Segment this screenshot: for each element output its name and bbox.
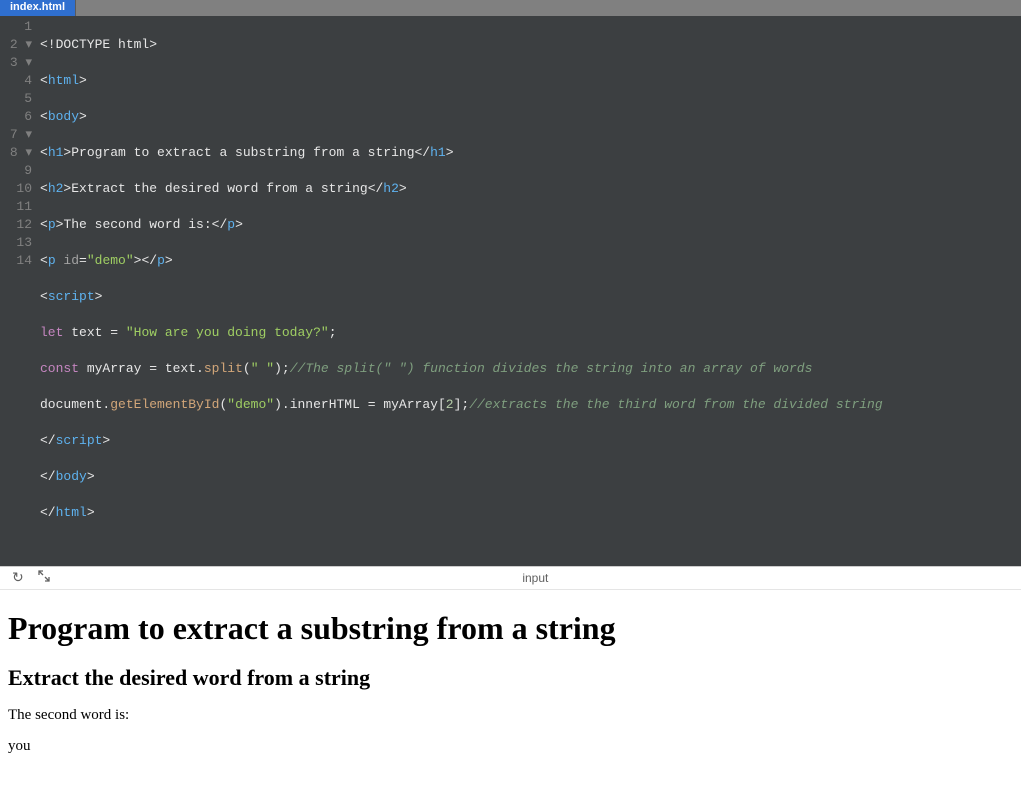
- refresh-icon[interactable]: ↻: [12, 570, 24, 587]
- code-line: <p>The second word is:</p>: [40, 216, 1021, 234]
- code-line: </script>: [40, 432, 1021, 450]
- code-line: <html>: [40, 72, 1021, 90]
- line-number: 2 ▾: [0, 36, 32, 54]
- code-line: <p id="demo"></p>: [40, 252, 1021, 270]
- code-line: const myArray = text.split(" ");//The sp…: [40, 360, 1021, 378]
- line-number: 14: [0, 252, 32, 270]
- output-heading-2: Extract the desired word from a string: [8, 665, 1013, 691]
- code-line: document.getElementById("demo").innerHTM…: [40, 396, 1021, 414]
- output-paragraph: The second word is:: [8, 707, 1013, 724]
- code-line: <h1>Program to extract a substring from …: [40, 144, 1021, 162]
- line-number: 9: [0, 162, 32, 180]
- code-content[interactable]: <!DOCTYPE html> <html> <body> <h1>Progra…: [40, 18, 1021, 558]
- line-number: 3 ▾: [0, 54, 32, 72]
- line-number: 8 ▾: [0, 144, 32, 162]
- editor-panel: index.html 1 2 ▾ 3 ▾ 4 5 6 7 ▾ 8 ▾ 9 10 …: [0, 0, 1021, 566]
- code-line: <h2>Extract the desired word from a stri…: [40, 180, 1021, 198]
- line-number: 5: [0, 90, 32, 108]
- code-line: <script>: [40, 288, 1021, 306]
- file-tab-index[interactable]: index.html: [0, 0, 76, 16]
- code-editor[interactable]: 1 2 ▾ 3 ▾ 4 5 6 7 ▾ 8 ▾ 9 10 11 12 13 14…: [0, 16, 1021, 566]
- fold-indicator-icon[interactable]: ▾: [18, 37, 32, 52]
- expand-icon[interactable]: [38, 570, 50, 587]
- line-number: 4: [0, 72, 32, 90]
- fold-indicator-icon[interactable]: ▾: [18, 145, 32, 160]
- output-panel: Program to extract a substring from a st…: [0, 590, 1021, 789]
- line-number: 12: [0, 216, 32, 234]
- line-gutter: 1 2 ▾ 3 ▾ 4 5 6 7 ▾ 8 ▾ 9 10 11 12 13 14: [0, 18, 40, 558]
- code-line: </html>: [40, 504, 1021, 522]
- preview-toolbar: ↻ input: [0, 566, 1021, 590]
- line-number: 10: [0, 180, 32, 198]
- code-line: let text = "How are you doing today?";: [40, 324, 1021, 342]
- fold-indicator-icon[interactable]: ▾: [18, 127, 32, 142]
- line-number: 11: [0, 198, 32, 216]
- line-number: 13: [0, 234, 32, 252]
- tab-bar: index.html: [0, 0, 1021, 16]
- line-number: 7 ▾: [0, 126, 32, 144]
- output-heading-1: Program to extract a substring from a st…: [8, 610, 1013, 647]
- fold-indicator-icon[interactable]: ▾: [18, 55, 32, 70]
- preview-title: input: [50, 571, 1021, 585]
- code-line: <!DOCTYPE html>: [40, 36, 1021, 54]
- output-result: you: [8, 738, 1013, 755]
- code-line: </body>: [40, 468, 1021, 486]
- code-line: <body>: [40, 108, 1021, 126]
- line-number: 6: [0, 108, 32, 126]
- line-number: 1: [0, 18, 32, 36]
